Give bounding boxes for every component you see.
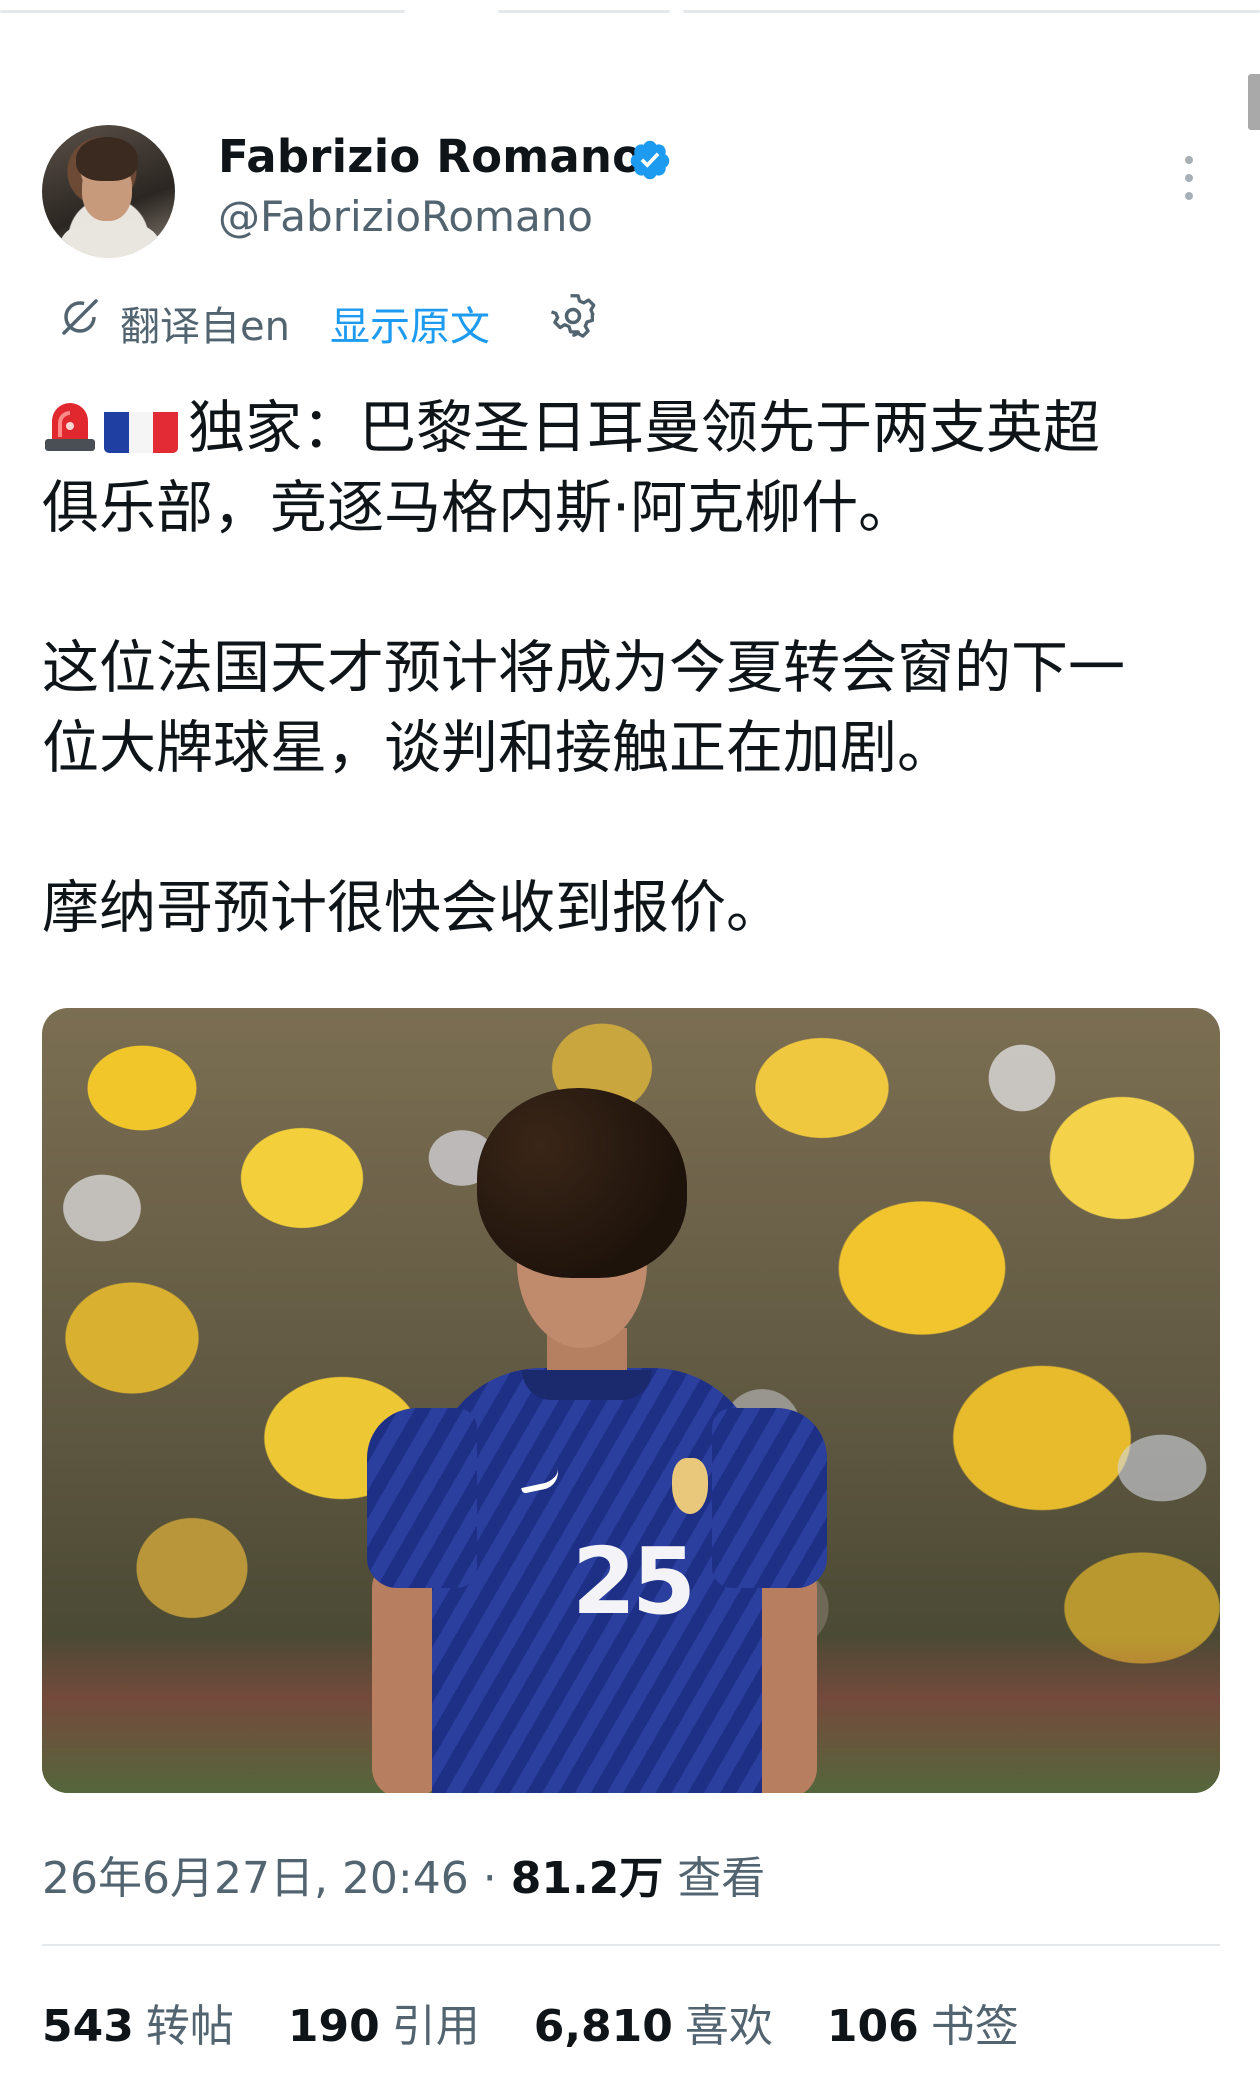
more-options-icon[interactable] <box>1183 156 1195 202</box>
siren-icon <box>42 394 98 452</box>
verified-badge-icon <box>630 140 670 180</box>
quotes-stat[interactable]: 190 引用 <box>288 1990 480 2054</box>
meta-separator: · <box>468 1853 511 1904</box>
bookmarks-stat[interactable]: 106 书签 <box>827 1990 1019 2054</box>
tweet-meta: 26年6月27日, 20:46 · 81.2万 查看 <box>42 1842 765 1906</box>
divider <box>42 1944 1220 1946</box>
scrollbar-thumb[interactable] <box>1248 74 1260 130</box>
jersey-crest <box>672 1458 708 1514</box>
tweet-photo[interactable]: 25 <box>42 1008 1220 1793</box>
show-original-link[interactable]: 显示原文 <box>330 294 490 352</box>
settings-gear-icon[interactable] <box>549 292 597 340</box>
tweet-line-4: 位大牌球星，谈判和接触正在加剧。 <box>42 715 954 781</box>
views-count: 81.2万 <box>510 1853 664 1904</box>
tweet-text: 独家：巴黎圣日耳曼领先于两支英超 俱乐部，竞逐马格内斯·阿克柳什。 这位法国天才… <box>42 388 1222 948</box>
tweet-line-1: 独家：巴黎圣日耳曼领先于两支英超 <box>42 388 1222 468</box>
translated-from-label: 翻译自en <box>120 304 290 350</box>
tweet-line-2: 俱乐部，竞逐马格内斯·阿克柳什。 <box>42 475 916 541</box>
reposts-stat[interactable]: 543 转帖 <box>42 1990 234 2054</box>
photo-player: 25 <box>367 1088 872 1793</box>
likes-stat[interactable]: 6,810 喜欢 <box>534 1990 773 2054</box>
tweet-line-5: 摩纳哥预计很快会收到报价。 <box>42 875 783 941</box>
engagement-stats: 543 转帖 190 引用 6,810 喜欢 106 书签 <box>42 1990 1059 2054</box>
author-name[interactable]: Fabrizio Romano <box>218 130 643 183</box>
author-handle[interactable]: @FabrizioRomano <box>218 192 593 241</box>
translate-icon <box>62 299 98 335</box>
jersey-number: 25 <box>572 1528 696 1635</box>
tweet-line-3: 这位法国天才预计将成为今夏转会窗的下一 <box>42 635 1125 701</box>
france-flag-icon <box>104 403 178 453</box>
views-label: 查看 <box>677 1853 766 1904</box>
timestamp[interactable]: 26年6月27日, 20:46 <box>42 1853 469 1904</box>
author-avatar[interactable] <box>42 125 175 258</box>
top-edge-lines <box>0 10 1260 14</box>
